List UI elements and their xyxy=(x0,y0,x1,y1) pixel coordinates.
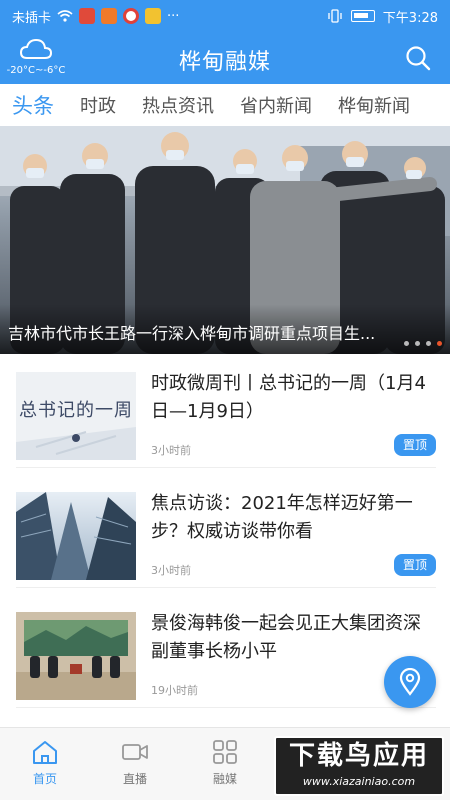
tab-hot-news[interactable]: 热点资讯 xyxy=(142,92,214,118)
carousel-indicator xyxy=(404,341,442,346)
video-camera-icon xyxy=(122,744,148,760)
app-notification-icon xyxy=(145,8,162,24)
search-icon xyxy=(406,46,431,71)
banner-caption: 吉林市代市长王路一行深入桦甸市调研重点项目生... xyxy=(0,304,450,354)
app-header: -20°C~-6°C 桦甸融媒 xyxy=(0,32,450,84)
app-notification-icon xyxy=(79,8,96,24)
carousel-dot[interactable] xyxy=(415,341,420,346)
status-bar: 未插卡 ··· 下午3:28 xyxy=(0,0,450,32)
watermark-main: 下载鸟应用 xyxy=(288,741,429,771)
news-item[interactable]: 景俊海韩俊一起会见正大集团资深副董事长杨小平 19小时前 xyxy=(16,596,436,708)
carousel-dot-active[interactable] xyxy=(437,341,442,346)
tab-headlines[interactable]: 头条 xyxy=(12,90,54,120)
tab-politics[interactable]: 时政 xyxy=(80,92,116,118)
home-icon xyxy=(33,741,57,764)
nav-media[interactable]: 融媒 xyxy=(190,738,260,787)
nav-live-label: 直播 xyxy=(122,772,147,786)
app-notification-icon xyxy=(123,8,140,24)
news-item[interactable]: 总书记的一周 时政微周刊丨总书记的一周（1月4日—1月9日） 3小时前 置顶 xyxy=(16,356,436,468)
more-notifications: ··· xyxy=(167,8,180,24)
location-button[interactable] xyxy=(384,656,436,708)
search-button[interactable] xyxy=(404,44,432,72)
nav-home-label: 首页 xyxy=(32,772,57,786)
news-headline: 景俊海韩俊一起会见正大集团资深副董事长杨小平 xyxy=(151,613,421,662)
clock: 下午3:28 xyxy=(382,10,438,26)
location-pin-icon xyxy=(399,668,421,696)
news-headline: 焦点访谈：2021年怎样迈好第一步？权威访谈带你看 xyxy=(151,493,413,542)
pinned-badge: 置顶 xyxy=(394,434,436,456)
app-notification-icon xyxy=(101,8,118,24)
news-thumbnail-image xyxy=(16,492,136,580)
banner-carousel[interactable]: 吉林市代市长王路一行深入桦甸市调研重点项目生... xyxy=(0,126,450,354)
news-time: 3小时前 xyxy=(151,444,191,457)
carousel-dot[interactable] xyxy=(426,341,431,346)
news-time: 3小时前 xyxy=(151,564,191,577)
thumbnail-caption: 总书记的一周 xyxy=(19,400,133,421)
carousel-dot[interactable] xyxy=(404,341,409,346)
news-thumbnail xyxy=(16,612,136,700)
news-thumbnail-image xyxy=(16,612,136,700)
tab-province-news[interactable]: 省内新闻 xyxy=(240,92,312,118)
watermark-url: www.xiazainiao.com xyxy=(302,775,416,788)
category-tabs: 头条 时政 热点资讯 省内新闻 桦甸新闻 xyxy=(0,84,450,126)
news-thumbnail xyxy=(16,492,136,580)
battery-icon xyxy=(350,10,375,22)
news-time: 19小时前 xyxy=(151,684,198,697)
nav-live[interactable]: 直播 xyxy=(100,738,170,787)
news-item[interactable]: 焦点访谈：2021年怎样迈好第一步？权威访谈带你看 3小时前 置顶 xyxy=(16,476,436,588)
site-watermark: 下载鸟应用 www.xiazainiao.com xyxy=(274,736,444,796)
grid-icon xyxy=(213,740,237,764)
tab-huadian-news[interactable]: 桦甸新闻 xyxy=(338,92,410,118)
news-thumbnail: 总书记的一周 xyxy=(16,372,136,460)
wifi-icon xyxy=(57,10,73,22)
vibrate-icon xyxy=(328,9,342,23)
carrier-text: 未插卡 xyxy=(12,10,52,26)
page-title: 桦甸融媒 xyxy=(178,50,271,75)
nav-media-label: 融媒 xyxy=(212,772,237,786)
news-headline: 时政微周刊丨总书记的一周（1月4日—1月9日） xyxy=(151,373,426,422)
pinned-badge: 置顶 xyxy=(394,554,436,576)
nav-home[interactable]: 首页 xyxy=(10,738,80,787)
